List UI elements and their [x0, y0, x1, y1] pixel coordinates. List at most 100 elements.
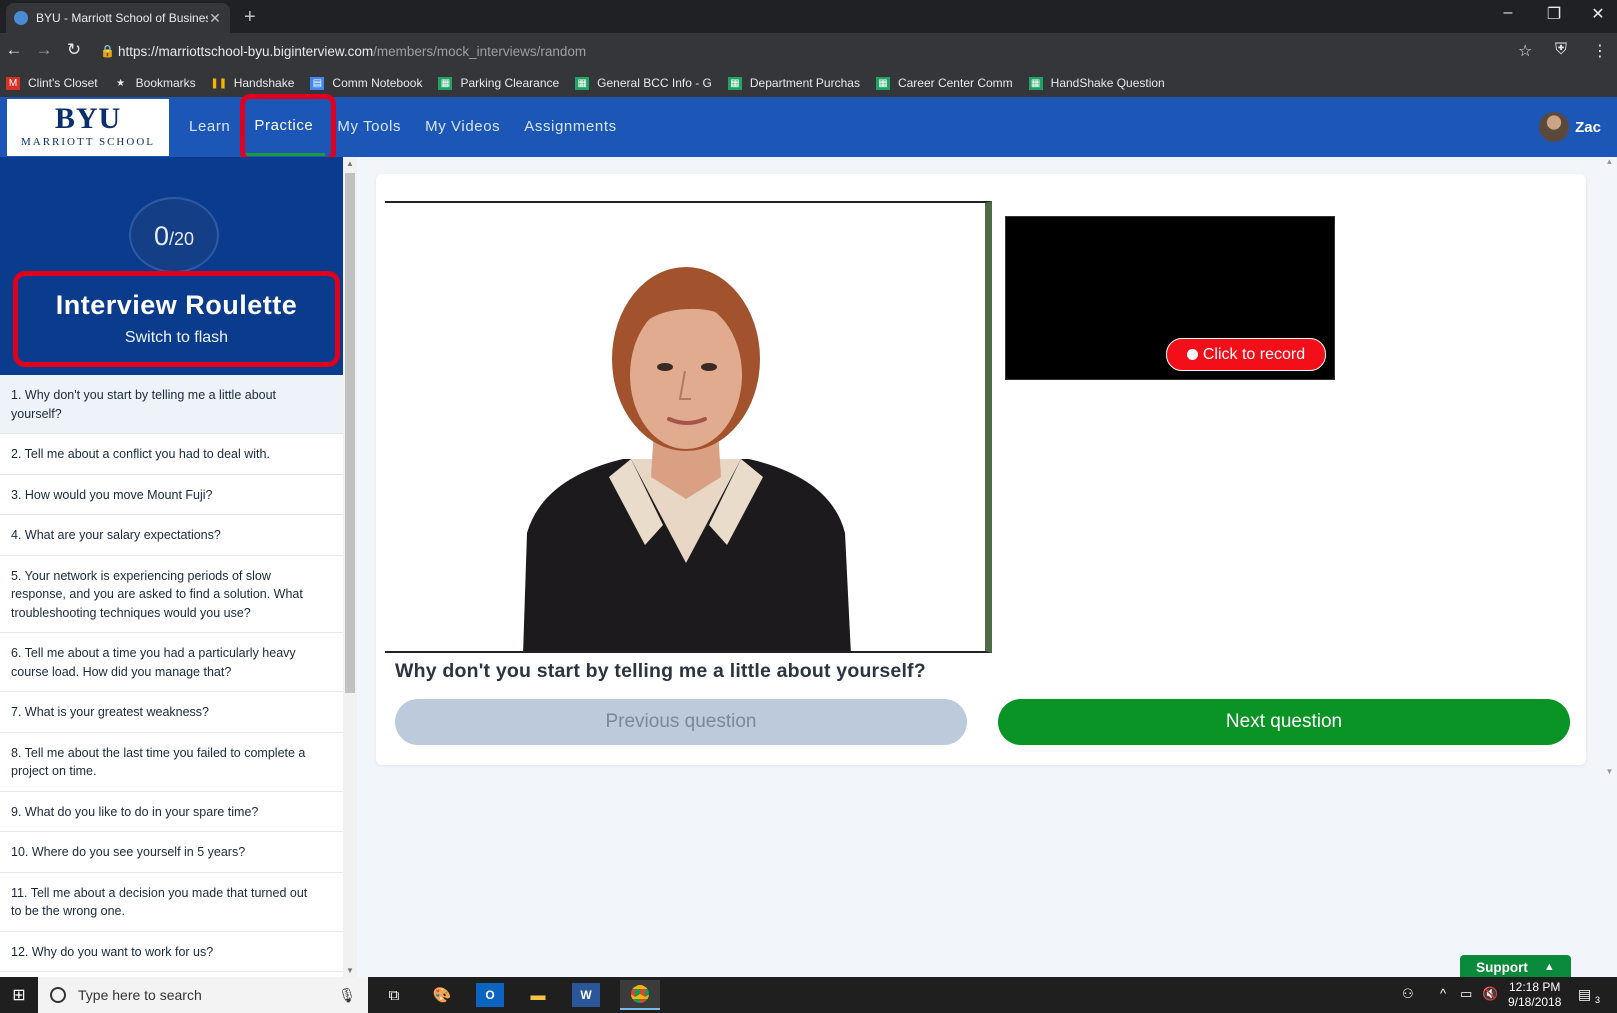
tab-title: BYU - Marriott School of Busines	[36, 11, 208, 25]
question-list-item[interactable]: 4. What are your salary expectations?	[0, 515, 343, 556]
question-list-item[interactable]: 11. Tell me about a decision you made th…	[0, 873, 343, 932]
next-question-button[interactable]: Next question	[998, 699, 1570, 745]
nav-learn[interactable]: Learn	[177, 98, 242, 156]
extension-icon[interactable]: ⛨	[1555, 41, 1567, 59]
practice-highlight-box	[240, 94, 336, 162]
bookmark-label: Comm Notebook	[332, 76, 423, 90]
progress-counter: 0/20	[129, 197, 219, 273]
interviewer-video[interactable]	[385, 201, 992, 653]
interviewer-image	[523, 267, 851, 651]
volume-muted-icon[interactable]: 🔇	[1482, 986, 1498, 1002]
minimize-icon[interactable]: –	[1488, 4, 1528, 22]
question-list-item[interactable]: 2. Tell me about a conflict you had to d…	[0, 434, 343, 475]
file-explorer-icon[interactable]: ▬	[524, 983, 552, 1007]
nav-my-tools[interactable]: My Tools	[325, 98, 413, 156]
bookmark-label: Department Purchas	[749, 76, 860, 90]
url-field[interactable]: 🔒 https://marriottschool-byu.bigintervie…	[100, 38, 1540, 64]
system-clock[interactable]: 12:18 PM 9/18/2018	[1508, 980, 1561, 1010]
bookmark-sheet-icon: ▦	[875, 76, 890, 90]
windows-taskbar: ⊞ Type here to search 🎙 ⧉ 🎨 O ▬ W ⚇ ^ ▭ …	[0, 977, 1617, 1013]
byu-logo[interactable]: BYU MARRIOTT SCHOOL	[7, 99, 169, 156]
question-list-item[interactable]: 8. Tell me about the last time you faile…	[0, 733, 343, 792]
scrollbar-thumb[interactable]	[345, 173, 355, 693]
question-list-item[interactable]: 1. Why don't you start by telling me a l…	[0, 375, 343, 434]
address-bar: ← → ↻ 🔒 https://marriottschool-byu.bigin…	[0, 33, 1617, 69]
bookmark-sheet-icon: ▦	[727, 76, 742, 90]
back-icon[interactable]: ←	[2, 40, 26, 60]
bookmark-item[interactable]: ❚❚ Handshake	[210, 76, 294, 90]
cortana-icon	[50, 987, 66, 1003]
word-app-icon[interactable]: W	[572, 983, 600, 1007]
record-label: Click to record	[1202, 345, 1306, 363]
windows-start-icon[interactable]: ⊞	[0, 977, 38, 1013]
sidebar-header: 0/20 Interview Roulette Switch to flash	[0, 157, 343, 375]
search-placeholder: Type here to search	[78, 987, 202, 1003]
nav-assignments[interactable]: Assignments	[512, 98, 628, 156]
chevron-up-icon: ▲	[1543, 961, 1555, 973]
chrome-app-icon[interactable]	[620, 980, 660, 1010]
question-list-item[interactable]: 6. Tell me about a time you had a partic…	[0, 633, 343, 692]
main-scroll-down-icon[interactable]: ▼	[1602, 767, 1617, 776]
bookmark-star-icon[interactable]: ☆	[1518, 41, 1532, 61]
main-scroll-up-icon[interactable]: ▲	[1602, 157, 1617, 166]
nav-my-videos[interactable]: My Videos	[413, 98, 512, 156]
previous-question-button[interactable]: Previous question	[395, 699, 967, 745]
question-list: 1. Why don't you start by telling me a l…	[0, 375, 343, 972]
bookmark-sheet-icon: ▦	[438, 76, 453, 90]
scroll-up-icon[interactable]: ▲	[343, 159, 357, 168]
menu-kebab-icon[interactable]: ⋮	[1592, 41, 1608, 61]
support-button[interactable]: Support ▲	[1460, 955, 1571, 979]
webcam-preview: Click to record	[1005, 216, 1335, 380]
task-view-icon[interactable]: ⧉	[380, 983, 408, 1007]
network-icon[interactable]: ▭	[1460, 986, 1472, 1002]
interview-card: Click to record Why don't you start by t…	[376, 174, 1586, 765]
microphone-icon[interactable]: 🎙	[338, 987, 356, 1004]
bookmark-sheet-icon: ▦	[575, 76, 590, 90]
bookmark-label: Parking Clearance	[460, 76, 560, 90]
bookmark-label: Clint's Closet	[28, 76, 98, 90]
show-hidden-icons-icon[interactable]: ^	[1440, 986, 1446, 1001]
question-list-item[interactable]: 5. Your network is experiencing periods …	[0, 556, 343, 633]
sidebar-scrollbar[interactable]: ▲ ▼	[343, 157, 357, 977]
question-list-item[interactable]: 9. What do you like to do in your spare …	[0, 792, 343, 832]
bookmark-item[interactable]: ▦ HandShake Question	[1028, 76, 1165, 90]
clock-time: 12:18 PM	[1509, 980, 1561, 994]
people-icon[interactable]: ⚇	[1402, 986, 1414, 1002]
bookmark-item[interactable]: ▤ Comm Notebook	[310, 76, 422, 90]
reload-icon[interactable]: ↻	[62, 40, 86, 60]
question-list-item[interactable]: 10. Where do you see yourself in 5 years…	[0, 832, 343, 873]
user-name: Zac	[1575, 118, 1601, 136]
browser-tab[interactable]: BYU - Marriott School of Busines ✕	[6, 3, 230, 33]
outlook-app-icon[interactable]: O	[476, 983, 504, 1007]
main-scrollbar[interactable]: ▲ ▼	[1602, 157, 1617, 777]
switch-to-flash-link[interactable]: Switch to flash	[18, 329, 335, 347]
paint-app-icon[interactable]: 🎨	[428, 983, 456, 1007]
taskbar-search[interactable]: Type here to search 🎙	[38, 977, 368, 1013]
user-menu[interactable]: Zac	[1539, 112, 1601, 142]
bookmark-item[interactable]: ▦ Career Center Comm	[875, 76, 1013, 90]
question-list-item[interactable]: 7. What is your greatest weakness?	[0, 692, 343, 733]
interview-roulette-box: Interview Roulette Switch to flash	[13, 271, 340, 367]
bookmark-item[interactable]: M Clint's Closet	[6, 76, 98, 90]
action-center-icon[interactable]: ▤	[1578, 986, 1591, 1003]
bookmark-red-icon: M	[6, 76, 20, 90]
bookmark-label: HandShake Question	[1050, 76, 1165, 90]
close-window-icon[interactable]: ✕	[1578, 4, 1617, 24]
url-host: https://marriottschool-byu.biginterview.…	[118, 43, 374, 59]
scroll-down-icon[interactable]: ▼	[343, 966, 357, 975]
forward-icon[interactable]: →	[32, 40, 56, 60]
bookmark-item[interactable]: ▦ Parking Clearance	[438, 76, 559, 90]
record-dot-icon	[1186, 349, 1198, 360]
restore-icon[interactable]: ❐	[1534, 4, 1574, 24]
record-button[interactable]: Click to record	[1166, 338, 1326, 371]
bookmark-item[interactable]: ▦ General BCC Info - G	[575, 76, 712, 90]
bookmark-item[interactable]: ★ Bookmarks	[114, 76, 196, 90]
notification-count: 3	[1595, 995, 1601, 1005]
new-tab-icon[interactable]: +	[244, 6, 256, 29]
question-list-item[interactable]: 12. Why do you want to work for us?	[0, 932, 343, 972]
bookmark-item[interactable]: ▦ Department Purchas	[727, 76, 860, 90]
question-list-item[interactable]: 3. How would you move Mount Fuji?	[0, 475, 343, 515]
close-tab-icon[interactable]: ✕	[208, 10, 222, 27]
logo-main: BYU	[54, 102, 122, 135]
bookmark-doc-icon: ▤	[310, 76, 325, 90]
